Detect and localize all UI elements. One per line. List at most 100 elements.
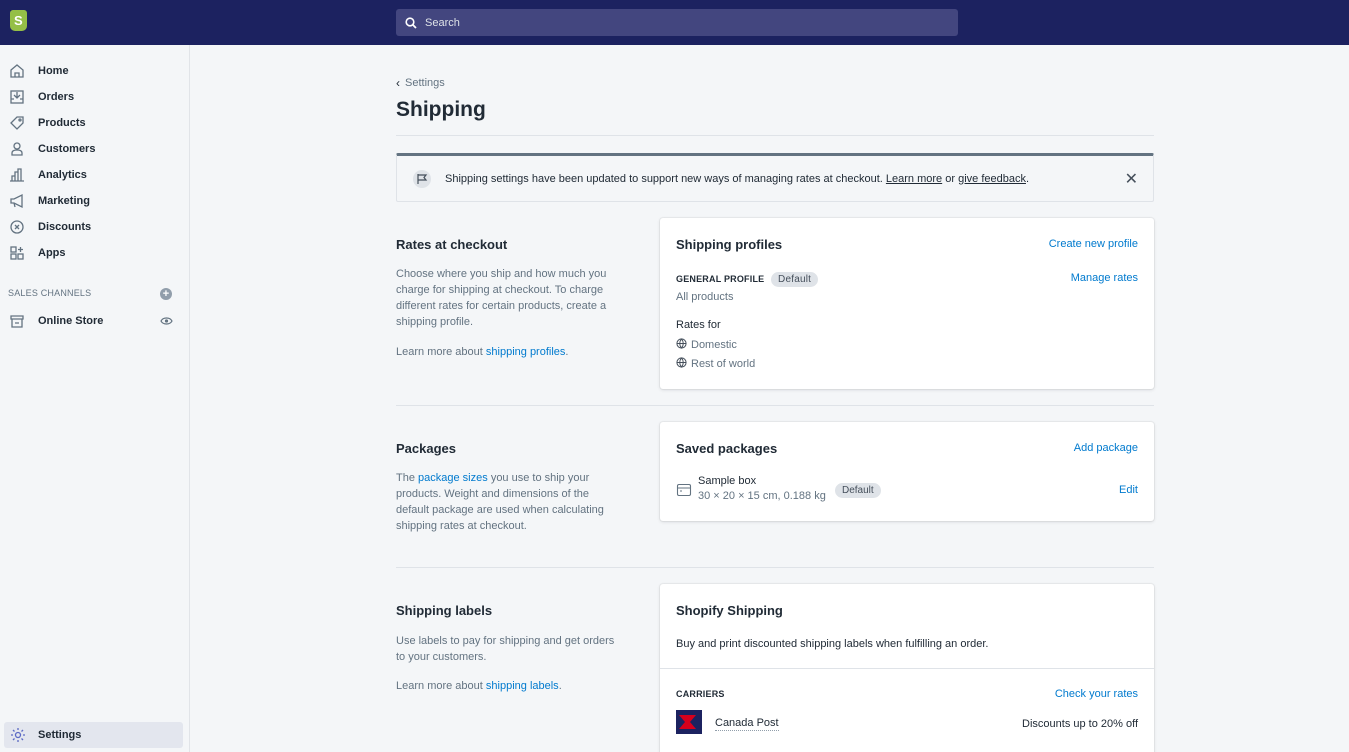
sidebar-item-home[interactable]: Home [8, 59, 184, 83]
megaphone-icon [8, 192, 26, 210]
banner-or: or [945, 172, 956, 185]
person-icon [8, 140, 26, 158]
edit-package-link[interactable]: Edit [1119, 484, 1138, 496]
package-sizes-link[interactable]: package sizes [418, 472, 488, 484]
sidebar-item-analytics[interactable]: Analytics [8, 163, 184, 187]
sidebar-item-label: Discounts [38, 221, 92, 233]
shopify-logo-icon[interactable] [10, 10, 27, 31]
flag-icon [413, 169, 431, 188]
add-package-link[interactable]: Add package [1074, 442, 1138, 454]
close-icon[interactable]: ✕ [1125, 169, 1138, 189]
rates-for-label: Rates for [676, 319, 721, 331]
sidebar-item-label: Online Store [38, 315, 104, 327]
sidebar: Home Orders Products Customers Analytics… [0, 45, 190, 752]
search-placeholder: Search [425, 16, 460, 29]
chevron-left-icon: ‹ [396, 76, 400, 90]
apps-icon [8, 244, 26, 262]
general-profile-row: GENERAL PROFILE Default [676, 272, 819, 287]
sidebar-item-label: Home [38, 65, 69, 77]
learn-more-link[interactable]: Learn more [886, 173, 942, 185]
page-title: Shipping [396, 98, 486, 121]
add-channel-icon[interactable]: + [160, 288, 172, 300]
home-icon [8, 62, 26, 80]
rates-learn-more: Learn more about shipping profiles. [396, 344, 621, 360]
zone-domestic: Domestic [676, 338, 737, 351]
learn-prefix: Learn more about [396, 680, 483, 692]
divider [396, 405, 1154, 406]
sales-channels-heading: SALES CHANNELS [8, 288, 92, 298]
banner-period: . [1025, 172, 1030, 185]
search-icon [405, 16, 417, 29]
divider [660, 668, 1154, 669]
rates-description: Choose where you ship and how much you c… [396, 268, 607, 328]
rates-section-title: Rates at checkout [396, 237, 508, 252]
manage-rates-link[interactable]: Manage rates [1071, 272, 1138, 284]
card-title: Shopify Shipping [676, 603, 783, 618]
create-new-profile-link[interactable]: Create new profile [1049, 238, 1138, 250]
store-icon [8, 312, 26, 330]
carrier-discount: Discounts up to 20% off [1022, 718, 1138, 730]
sidebar-item-apps[interactable]: Apps [8, 241, 184, 265]
sidebar-item-label: Marketing [38, 195, 90, 207]
breadcrumb-label: Settings [405, 77, 445, 89]
orders-icon [8, 88, 26, 106]
sidebar-item-label: Orders [38, 91, 75, 103]
card-title: Saved packages [676, 441, 778, 456]
zone-label: Rest of world [691, 358, 756, 370]
canada-post-logo-icon [676, 710, 702, 734]
sidebar-item-label: Settings [38, 729, 82, 741]
top-bar: Search [0, 0, 1349, 45]
packages-description: The package sizes you use to ship your p… [396, 470, 621, 534]
sidebar-item-orders[interactable]: Orders [8, 85, 184, 109]
sidebar-item-products[interactable]: Products [8, 111, 184, 135]
globe-icon [676, 338, 687, 349]
card-title: Shipping profiles [676, 237, 783, 252]
sidebar-item-online-store[interactable]: Online Store [8, 309, 184, 333]
labels-learn-more: Learn more about shipping labels. [396, 678, 621, 694]
saved-packages-card: Saved packages Add package Sample box 30… [660, 422, 1154, 521]
shipping-profiles-card: Shipping profiles Create new profile GEN… [660, 218, 1154, 389]
carriers-heading: CARRIERS [676, 689, 725, 699]
sidebar-item-label: Products [38, 117, 86, 129]
learn-suffix: . [558, 680, 562, 692]
check-your-rates-link[interactable]: Check your rates [1055, 688, 1138, 700]
divider [396, 135, 1154, 136]
zone-rest-of-world: Rest of world [676, 357, 755, 370]
desc-prefix: The [396, 472, 415, 484]
sidebar-item-label: Analytics [38, 169, 87, 181]
search-input[interactable]: Search [396, 9, 958, 36]
sidebar-item-marketing[interactable]: Marketing [8, 189, 184, 213]
shipping-labels-link[interactable]: shipping labels [486, 680, 559, 692]
carrier-name[interactable]: Canada Post [715, 717, 779, 731]
default-badge: Default [835, 483, 881, 498]
breadcrumb[interactable]: ‹ Settings [396, 76, 445, 90]
general-profile-label: GENERAL PROFILE [676, 274, 765, 284]
give-feedback-link[interactable]: give feedback [958, 173, 1026, 185]
tag-icon [8, 114, 26, 132]
sidebar-item-label: Customers [38, 143, 96, 155]
shopify-shipping-description: Buy and print discounted shipping labels… [676, 638, 989, 650]
sidebar-item-label: Apps [38, 247, 66, 259]
banner-message: Shipping settings have been updated to s… [445, 172, 883, 185]
divider [396, 567, 1154, 568]
gear-icon [11, 728, 25, 742]
shipping-profiles-link[interactable]: shipping profiles [486, 346, 566, 358]
learn-suffix: . [565, 346, 569, 358]
info-banner: Shipping settings have been updated to s… [396, 153, 1154, 202]
zone-label: Domestic [691, 339, 737, 351]
all-products-text: All products [676, 291, 734, 303]
default-badge: Default [771, 272, 819, 287]
sidebar-item-customers[interactable]: Customers [8, 137, 184, 161]
sidebar-item-settings[interactable]: Settings [4, 722, 183, 748]
learn-prefix: Learn more about [396, 346, 483, 358]
eye-icon[interactable] [160, 316, 173, 326]
package-name: Sample box [698, 475, 757, 487]
box-icon [676, 483, 692, 497]
packages-section-title: Packages [396, 441, 456, 456]
globe-icon [676, 357, 687, 368]
shopify-shipping-card: Shopify Shipping Buy and print discounte… [660, 584, 1154, 752]
discount-icon [8, 218, 26, 236]
labels-section-title: Shipping labels [396, 603, 493, 618]
package-dimensions: 30 × 20 × 15 cm, 0.188 kg [698, 490, 826, 502]
sidebar-item-discounts[interactable]: Discounts [8, 215, 184, 239]
